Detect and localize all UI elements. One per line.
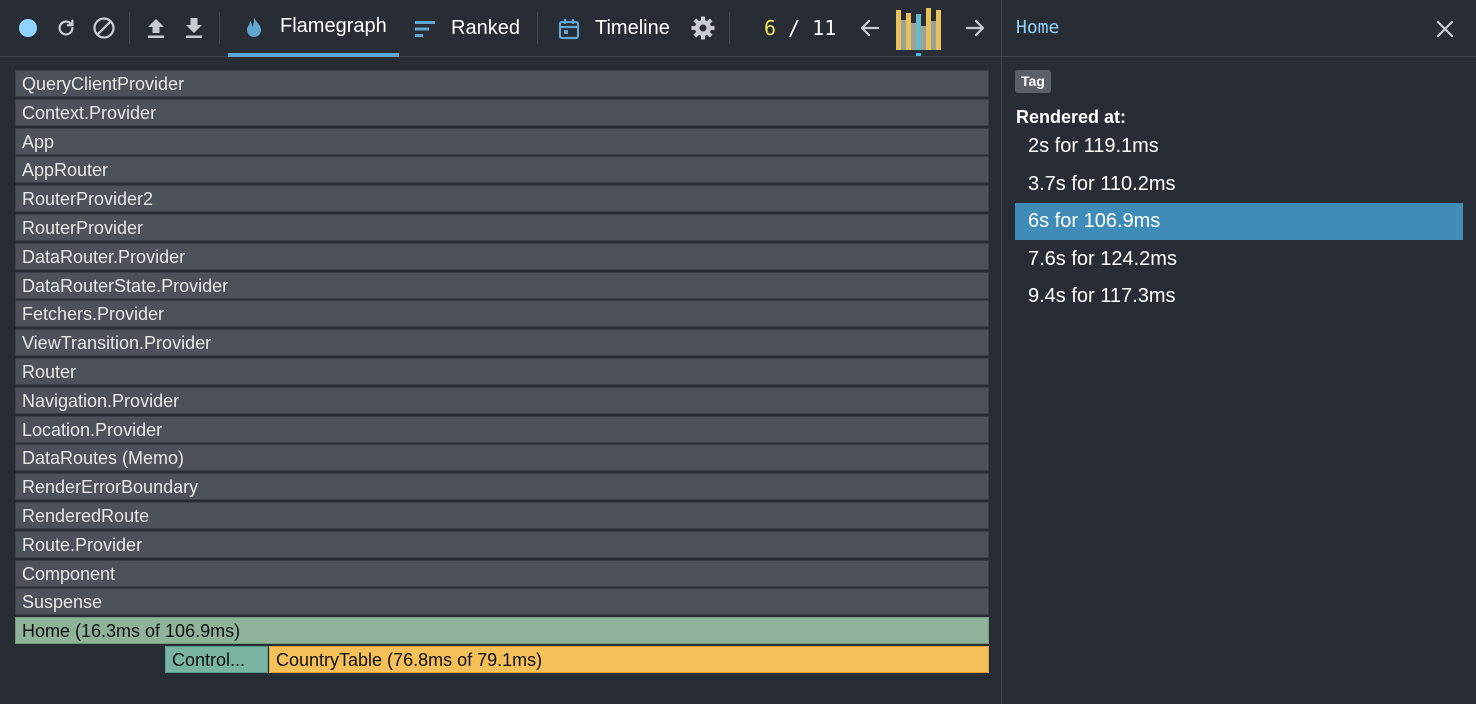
reload-icon[interactable] <box>53 15 79 41</box>
commit-bar[interactable] <box>936 10 941 50</box>
flamegraph-node[interactable]: Route.Provider <box>15 530 989 558</box>
flamegraph-node[interactable]: QueryClientProvider <box>15 70 989 97</box>
upload-icon[interactable] <box>143 15 169 41</box>
flamegraph-node[interactable]: Control... <box>165 646 268 673</box>
render-item[interactable]: 2s for 119.1ms <box>1015 128 1463 165</box>
flamegraph-node[interactable]: Context.Provider <box>15 98 989 126</box>
render-item[interactable]: 9.4s for 117.3ms <box>1015 278 1463 315</box>
flamegraph-node[interactable]: Suspense <box>15 588 989 616</box>
flamegraph-node[interactable]: Location.Provider <box>15 415 989 443</box>
flamegraph-node[interactable]: Router <box>15 358 989 385</box>
arrow-right-icon[interactable] <box>962 15 988 41</box>
render-item[interactable]: 7.6s for 124.2ms <box>1015 241 1463 278</box>
flamegraph-node[interactable]: RenderErrorBoundary <box>15 473 989 501</box>
calendar-icon <box>557 17 581 41</box>
commit-selected-marker <box>916 53 921 56</box>
tab-flamegraph-label: Flamegraph <box>280 15 387 37</box>
commit-separator: / <box>776 16 813 40</box>
arrow-left-icon[interactable] <box>857 15 883 41</box>
flamegraph-node[interactable]: DataRouterState.Provider <box>15 271 989 299</box>
panel-header: Home <box>1002 0 1476 57</box>
flamegraph-node[interactable]: ViewTransition.Provider <box>15 329 989 357</box>
render-item[interactable]: 3.7s for 110.2ms <box>1015 166 1463 203</box>
tab-ranked-label: Ranked <box>451 17 520 39</box>
flamegraph-node[interactable]: RouterProvider <box>15 214 989 241</box>
flamegraph-node[interactable]: Component <box>15 559 989 587</box>
commit-total: 11 <box>812 16 837 40</box>
flamegraph-node[interactable]: RenderedRoute <box>15 502 989 529</box>
flamegraph-node[interactable]: DataRouter.Provider <box>15 242 989 270</box>
close-icon[interactable] <box>1432 16 1458 42</box>
commit-snapshot-selector[interactable] <box>896 6 942 56</box>
commit-current: 6 <box>764 16 777 40</box>
flamegraph-node[interactable]: CountryTable (76.8ms of 79.1ms) <box>269 646 989 673</box>
tab-ranked[interactable]: Ranked <box>400 0 530 57</box>
clear-icon[interactable] <box>91 15 117 41</box>
download-icon[interactable] <box>181 15 207 41</box>
flamegraph-node[interactable]: RouterProvider2 <box>15 185 989 213</box>
record-dot-icon[interactable] <box>15 15 41 41</box>
flamegraph-node[interactable]: DataRoutes (Memo) <box>15 444 989 472</box>
flame-icon <box>242 15 266 39</box>
gear-icon[interactable] <box>690 15 716 41</box>
tab-flamegraph[interactable]: Flamegraph <box>228 0 399 57</box>
rendered-at-label: Rendered at: <box>1016 107 1127 127</box>
flamegraph-node-selected[interactable]: Home (16.3ms of 106.9ms) <box>15 617 989 645</box>
render-item-selected[interactable]: 6s for 106.9ms <box>1015 203 1463 241</box>
tab-timeline-label: Timeline <box>595 17 670 39</box>
commit-counter: 6 / 11 <box>764 16 836 40</box>
flamegraph-node[interactable]: Navigation.Provider <box>15 386 989 414</box>
flamegraph-node[interactable]: App <box>15 127 989 155</box>
flamegraph-chart: QueryClientProvider Context.Provider App Ap… <box>0 57 1001 704</box>
selected-fiber-panel: Home Tag Rendered at: 2s for 119.1ms 3.7s… <box>1001 0 1476 704</box>
tab-timeline[interactable]: Timeline <box>545 0 685 57</box>
tag-badge: Tag <box>1015 70 1051 93</box>
flamegraph-node[interactable]: AppRouter <box>15 156 989 184</box>
profiler-toolbar: Flamegraph Ranked Timeline 6 / 11 <box>0 0 1001 57</box>
ranked-icon <box>413 17 437 41</box>
panel-title: Home <box>1016 17 1060 38</box>
profiler-root: Flamegraph Ranked Timeline 6 / 11 QueryC… <box>0 0 1476 704</box>
flamegraph-node[interactable]: Fetchers.Provider <box>15 300 989 328</box>
